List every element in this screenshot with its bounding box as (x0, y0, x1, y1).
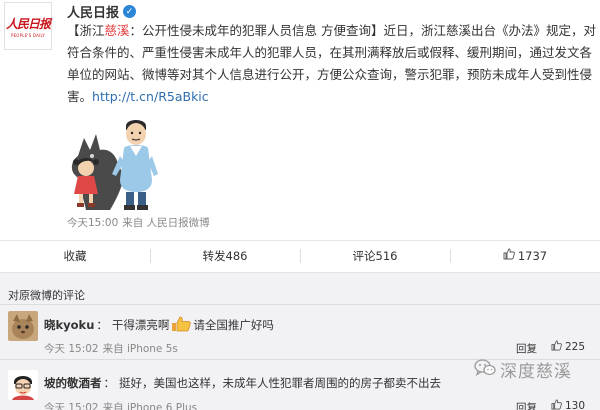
comment-content: 晓kyoku：干得漂亮啊 请全国推广好吗 (44, 316, 274, 333)
comment-time: 今天 15:02 (44, 343, 99, 355)
comment-text-part1: 干得漂亮啊 (111, 318, 170, 332)
avatar[interactable] (8, 311, 38, 341)
avatar[interactable] (8, 370, 38, 400)
favorite-button[interactable]: 收藏 (0, 248, 150, 264)
verified-badge-icon: ✓ (123, 5, 137, 18)
adult-figure (112, 120, 158, 210)
watermark-text: 深度慈溪 (500, 362, 572, 382)
post-action-bar: 收藏 转发486 评论516 1737 (0, 240, 600, 270)
author-avatar[interactable]: 人民日报 PEOPLE'S DAILY (4, 2, 52, 50)
weibo-post: 人民日报 PEOPLE'S DAILY 人民日报 ✓ 【浙江慈溪：公开性侵未成年… (0, 0, 600, 234)
comments-header: 对原微博的评论 (8, 289, 85, 302)
comment-time: 今天 15:02 (44, 402, 99, 410)
logo-text: 人民日报 (5, 16, 51, 31)
comment-user[interactable]: 晓kyoku (44, 318, 94, 332)
repost-button[interactable]: 转发486 (150, 248, 300, 264)
comments-section: 对原微博的评论 晓kyoku：干得漂亮啊 请全国推广好吗 今天 15:02 来自 i… (0, 272, 600, 410)
post-highlight[interactable]: 慈溪 (105, 23, 130, 38)
post-text-prefix: 【浙江 (67, 23, 105, 38)
comment-text: 挺好，美国也这样，未成年人性犯罪者周围的的房子都卖不出去 (119, 376, 441, 390)
comment-like-button[interactable]: 225 (551, 340, 585, 354)
comment-like-count: 130 (565, 400, 586, 410)
wechat-icon (474, 358, 496, 381)
like-icon (503, 248, 515, 263)
post-illustration[interactable] (64, 116, 168, 214)
author-name[interactable]: 人民日报 (67, 2, 119, 21)
like-icon (551, 340, 562, 354)
comment-colon: ： (96, 318, 108, 332)
thumbs-up-emoji-icon (170, 316, 192, 332)
comment-text-part2: 请全国推广好吗 (193, 318, 274, 332)
post-author: 人民日报 ✓ (67, 2, 137, 21)
post-time[interactable]: 今天15:00 (67, 217, 118, 229)
like-button[interactable]: 1737 (450, 248, 600, 264)
comment-meta: 今天 15:02 来自 iPhone 6 Plus (44, 400, 197, 410)
like-icon (551, 399, 562, 410)
comment-like-count: 225 (565, 341, 586, 353)
comment-button[interactable]: 评论516 (300, 248, 450, 264)
post-source[interactable]: 来自 人民日报微博 (122, 217, 209, 229)
comment-source[interactable]: 来自 iPhone 6 Plus (103, 402, 198, 410)
like-count: 1737 (517, 248, 548, 263)
comment-content: 坡的敬酒者：挺好，美国也这样，未成年人性犯罪者周围的的房子都卖不出去 (44, 375, 441, 391)
comment-source[interactable]: 来自 iPhone 5s (103, 343, 178, 355)
repost-label: 转发486 (202, 248, 248, 263)
post-text: 【浙江慈溪：公开性侵未成年的犯罪人员信息 方便查询】近日，浙江慈溪出台《办法》规… (67, 20, 597, 108)
logo-subtext: PEOPLE'S DAILY (10, 32, 46, 38)
post-link[interactable]: http://t.cn/R5aBkic (92, 89, 209, 104)
watermark: 深度慈溪 (474, 357, 572, 382)
favorite-label: 收藏 (63, 248, 87, 263)
post-meta: 今天15:00 来自 人民日报微博 (67, 215, 210, 230)
comment-user[interactable]: 坡的敬酒者 (44, 376, 102, 390)
comment-colon: ： (103, 376, 116, 390)
reply-button[interactable]: 回复 (516, 400, 537, 410)
comment-meta: 今天 15:02 来自 iPhone 5s (44, 341, 178, 356)
comment-like-button[interactable]: 130 (551, 399, 585, 410)
divider (0, 304, 600, 305)
comment-label: 评论516 (352, 248, 398, 263)
reply-button[interactable]: 回复 (516, 341, 537, 356)
